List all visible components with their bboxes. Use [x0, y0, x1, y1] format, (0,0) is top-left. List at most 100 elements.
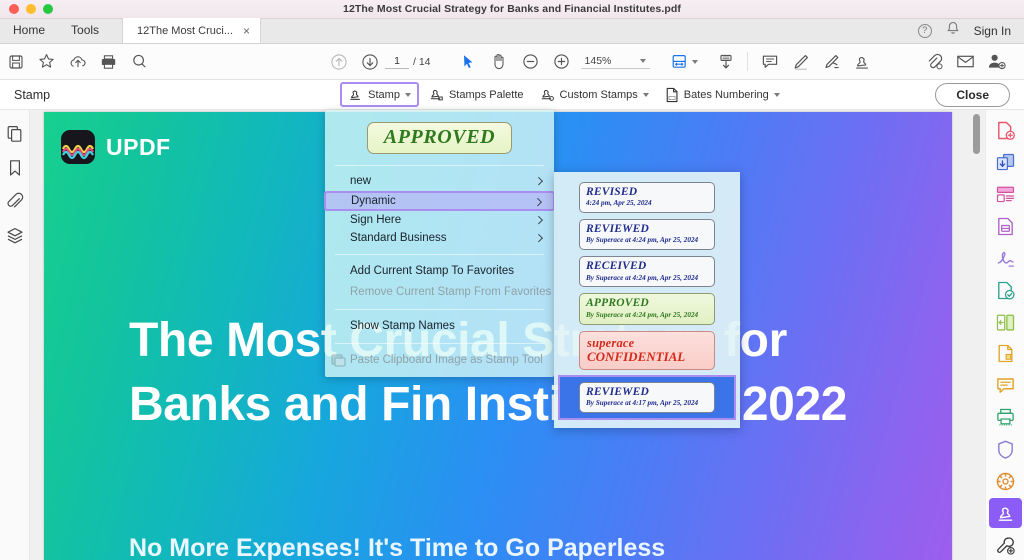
submenu-stamp-row[interactable]: APPROVED By Superace at 4:24 pm, Apr 25,… — [554, 290, 740, 327]
fit-page-chevron-icon[interactable] — [692, 59, 699, 64]
nav-home[interactable]: Home — [0, 18, 58, 43]
menu-item-label: new — [350, 175, 372, 188]
menu-item-new[interactable]: new — [325, 172, 554, 191]
sign-pen-icon[interactable] — [816, 47, 847, 77]
stamp-sidebar-icon[interactable] — [988, 498, 1022, 529]
share-tools-group — [919, 47, 1024, 77]
stamp-subtitle: CONFIDENTIAL — [587, 348, 686, 364]
stamps-palette-button[interactable]: Stamps Palette — [423, 84, 530, 105]
menu-item-label: Standard Business — [350, 232, 447, 245]
submenu-stamp-row[interactable]: REVIEWED By Superace at 4:24 pm, Apr 25,… — [554, 216, 740, 253]
annotation-tools-group — [754, 47, 878, 77]
menu-item-sign-here[interactable]: Sign Here — [325, 211, 554, 230]
chevron-down-icon — [773, 92, 780, 97]
zoom-level-value: 145% — [584, 54, 612, 67]
edit-pdf-icon[interactable] — [989, 180, 1022, 210]
menu-item-label: Dynamic — [351, 194, 396, 207]
submenu-stamp-row[interactable]: REVISED 4:24 pm, Apr 25, 2024 — [554, 179, 740, 216]
ocr-icon[interactable] — [989, 339, 1022, 369]
security-shield-icon[interactable] — [989, 435, 1022, 465]
settings-gear-icon[interactable] — [989, 466, 1022, 496]
scroll-mode-icon[interactable] — [710, 47, 741, 77]
close-icon[interactable]: × — [243, 24, 250, 38]
toolbar-divider — [747, 52, 749, 71]
submenu-stamp-row[interactable]: superace CONFIDENTIAL — [554, 328, 740, 374]
page-number-input[interactable]: 1 — [385, 55, 409, 69]
app-window: 12The Most Crucial Strategy for Banks an… — [0, 0, 1024, 560]
close-stamp-toolbar-button[interactable]: Close — [935, 82, 1010, 107]
add-user-icon[interactable] — [981, 47, 1012, 77]
bookmarks-icon[interactable] — [5, 158, 25, 178]
fit-page-icon[interactable] — [664, 47, 695, 77]
stamp-title: REVISED — [586, 186, 638, 198]
submenu-stamp-row[interactable]: RECEIVED By Superace at 4:24 pm, Apr 25,… — [554, 253, 740, 290]
zoom-in-icon[interactable] — [546, 47, 577, 77]
menu-item-label: Remove Current Stamp From Favorites — [350, 286, 552, 298]
zoom-level-select[interactable]: 145% — [580, 54, 651, 69]
main-toolbar: 1 / 14 145% — [0, 44, 1024, 80]
comment-sidebar-icon[interactable] — [989, 371, 1022, 401]
star-icon[interactable] — [31, 47, 62, 77]
submenu-stamp-row-selected[interactable]: REVIEWED By Superace at 4:17 pm, Apr 25,… — [558, 375, 736, 421]
email-icon[interactable] — [950, 47, 981, 77]
menu-item-standard-business[interactable]: Standard Business — [325, 229, 554, 248]
attachments-icon[interactable] — [5, 192, 25, 212]
menu-item-add-to-favorites[interactable]: Add Current Stamp To Favorites — [325, 261, 554, 282]
stamp-preview: APPROVED — [325, 110, 554, 165]
help-icon[interactable]: ? — [917, 23, 932, 38]
page-edit-icon[interactable] — [989, 212, 1022, 242]
layers-icon[interactable] — [5, 226, 25, 246]
hand-tool-icon[interactable] — [484, 47, 515, 77]
custom-stamps-label: Custom Stamps — [559, 88, 638, 101]
select-cursor-icon[interactable] — [453, 47, 484, 77]
bates-numbering-icon — [666, 87, 678, 102]
nav-tools[interactable]: Tools — [58, 18, 112, 43]
compare-pdf-icon[interactable] — [989, 307, 1022, 337]
stamp-approved[interactable]: APPROVED By Superace at 4:24 pm, Apr 25,… — [579, 293, 715, 325]
print-sidebar-icon[interactable] — [989, 403, 1022, 433]
link-attach-icon[interactable] — [919, 47, 950, 77]
cloud-upload-icon[interactable] — [62, 47, 93, 77]
thumbnails-icon[interactable] — [5, 124, 25, 144]
stamp-toolbar-icon[interactable] — [847, 47, 878, 77]
menu-item-dynamic[interactable]: Dynamic — [324, 190, 555, 211]
page-indicator: 1 / 14 — [385, 55, 431, 69]
stamp-tool-group: Stamp Stamps Palette Custom Stamps Bates… — [340, 82, 786, 107]
custom-stamps-button[interactable]: Custom Stamps — [534, 84, 655, 105]
left-sidebar — [0, 110, 30, 560]
document-tab[interactable]: 12The Most Cruci... × — [122, 18, 262, 43]
right-sidebar — [985, 110, 1024, 560]
bell-icon[interactable] — [946, 21, 960, 41]
page-total-label: / 14 — [413, 55, 431, 68]
bates-numbering-button[interactable]: Bates Numbering — [659, 84, 786, 106]
stamp-title: REVIEWED — [586, 386, 649, 399]
stamp-reviewed-424[interactable]: REVIEWED By Superace at 4:24 pm, Apr 25,… — [579, 219, 715, 251]
protect-pdf-icon[interactable] — [989, 275, 1022, 305]
search-icon[interactable] — [124, 47, 155, 77]
stamp-toolbar: Stamp Stamp Stamps Palette Custom Stamps… — [0, 80, 1024, 110]
previous-page-icon[interactable] — [323, 47, 354, 77]
menu-item-show-stamp-names[interactable]: Show Stamp Names — [325, 316, 554, 337]
highlight-pen-icon[interactable] — [785, 47, 816, 77]
zoom-out-icon[interactable] — [515, 47, 546, 77]
page-subheadline: No More Expenses! It's Time to Go Paperl… — [129, 534, 666, 560]
stamp-subtitle: 4:24 pm, Apr 25, 2024 — [586, 199, 652, 208]
menu-item-label: Show Stamp Names — [350, 320, 455, 332]
stamp-revised[interactable]: REVISED 4:24 pm, Apr 25, 2024 — [579, 182, 715, 214]
signature-icon[interactable] — [989, 243, 1022, 273]
organize-pages-icon[interactable] — [989, 116, 1022, 146]
print-icon[interactable] — [93, 47, 124, 77]
sign-in-button[interactable]: Sign In — [974, 24, 1011, 38]
view-tools-group: 145% — [453, 47, 742, 77]
clipboard-image-icon — [331, 353, 346, 370]
stamp-reviewed-417[interactable]: REVIEWED By Superace at 4:17 pm, Apr 25,… — [579, 382, 715, 414]
stamp-tool-button[interactable]: Stamp — [340, 82, 419, 107]
next-page-icon[interactable] — [354, 47, 385, 77]
convert-pdf-icon[interactable] — [989, 148, 1022, 178]
tools-wrench-icon[interactable] — [989, 530, 1022, 560]
stamp-received[interactable]: RECEIVED By Superace at 4:24 pm, Apr 25,… — [579, 256, 715, 288]
comment-icon[interactable] — [754, 47, 785, 77]
stamp-confidential[interactable]: superace CONFIDENTIAL — [579, 330, 715, 371]
vertical-scrollbar[interactable] — [973, 114, 980, 154]
save-icon[interactable] — [0, 47, 31, 77]
